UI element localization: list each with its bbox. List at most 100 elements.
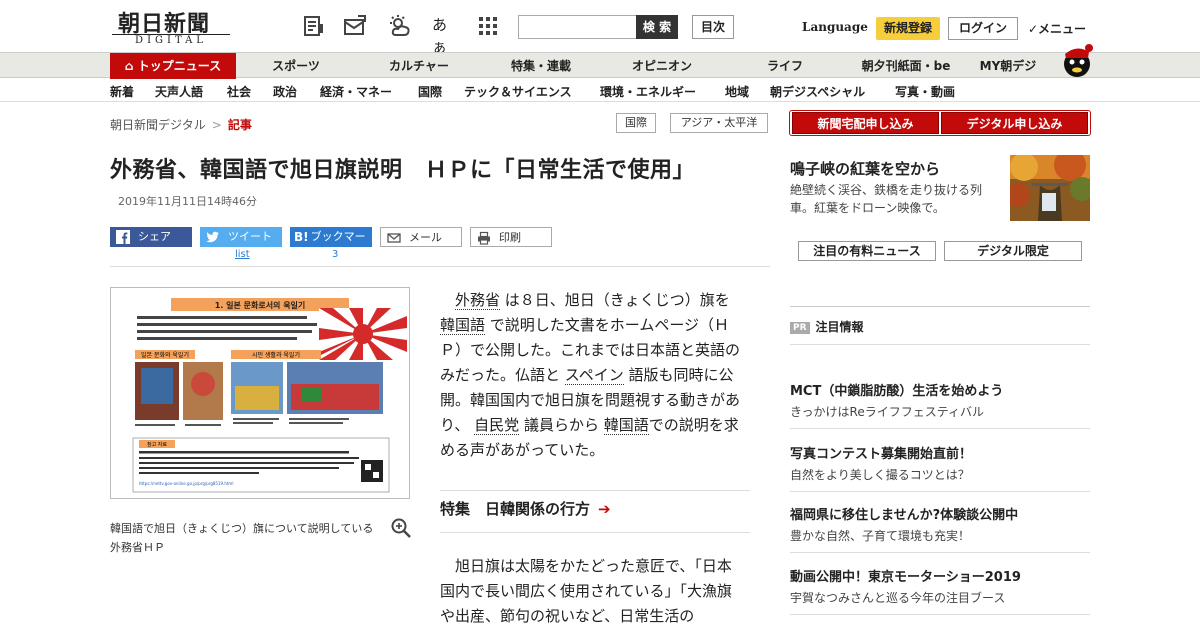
facebook-icon [116, 230, 130, 244]
promo-subtitle[interactable]: 自然をより美しく撮るコツとは？ [790, 466, 970, 483]
facebook-share-label: シェア [138, 230, 171, 243]
divider [110, 266, 770, 267]
site-header: 朝日新聞 DIGITAL あぁ 検 索 目次 Language 新規登録 ログイ… [0, 0, 1200, 56]
figure-ref-text: 참고 자료 [147, 441, 167, 448]
breadcrumb-current: 記事 [227, 118, 252, 132]
facebook-share-button[interactable]: シェア [110, 227, 192, 247]
zoom-in-icon[interactable] [390, 517, 412, 539]
feature-link-label: 特集 日韓関係の行方 [440, 500, 591, 518]
mail-share-label: メール [409, 231, 442, 244]
hatena-bookmark-button[interactable]: B! ブックマーク [290, 227, 372, 263]
article-paragraph-2: 旭日旗は太陽をかたどった意匠で、「日本国内で長い間広く使用されている」「大漁旗や… [440, 557, 733, 625]
nav-culture[interactable]: カルチャー [361, 53, 477, 79]
search-button[interactable]: 検 索 [636, 15, 678, 39]
subnav-tensei[interactable]: 天声人語 [155, 83, 203, 100]
feature-link[interactable]: 特集 日韓関係の行方 ➔ [440, 498, 611, 519]
article-figure[interactable]: 1. 일본 문화로서의 욱일기 일본 문화와 욱일기 시민 생활과 욱일기 참고… [110, 287, 410, 499]
twitter-share-label: ツイート [228, 230, 272, 243]
subnav-photo[interactable]: 写真・動画 [895, 83, 955, 100]
breadcrumb-root[interactable]: 朝日新聞デジタル [110, 118, 206, 132]
hatena-icon: B! [294, 230, 309, 244]
toc-button[interactable]: 目次 [692, 15, 734, 39]
subnav-international[interactable]: 国際 [418, 83, 442, 100]
nav-life[interactable]: ライフ [727, 53, 843, 79]
promo-title[interactable]: 動画公開中！東京モーターショー2019 [790, 566, 1021, 585]
subnav-tech[interactable]: テック＆サイエンス [464, 83, 572, 100]
search-input[interactable] [518, 15, 638, 39]
promo-title[interactable]: 福岡県に移住しませんか?体験談公開中 [790, 504, 1018, 523]
article-paragraph-1: 外務省 は８日、旭日（きょくじつ）旗を 韓国語 で説明した文書をホームページ（Ｈ… [440, 288, 746, 463]
tab-premium-news[interactable]: 注目の有料ニュース [798, 241, 936, 261]
sidebar-feature-title[interactable]: 鳴子峡の紅葉を空から [790, 158, 940, 179]
subnav-politics[interactable]: 政治 [273, 83, 297, 100]
nav-my-asahi[interactable]: MY朝デジ [958, 53, 1058, 79]
twitter-count[interactable]: list [235, 249, 250, 260]
figure-image: 1. 일본 문화로서의 욱일기 일본 문화와 욱일기 시민 생활과 욱일기 참고… [111, 288, 409, 498]
arrow-right-icon: ➔ [598, 500, 611, 518]
site-logo[interactable]: 朝日新聞 DIGITAL [112, 6, 230, 46]
breadcrumb: 朝日新聞デジタル > 記事 [110, 116, 252, 133]
divider [790, 614, 1090, 615]
figure-title-text: 1. 일본 문화로서의 욱일기 [215, 300, 306, 310]
envelope-icon [387, 233, 401, 243]
print-button[interactable]: 印刷 [470, 227, 552, 247]
hatena-count[interactable]: 3 [332, 249, 338, 260]
language-link[interactable]: Language [802, 20, 868, 34]
promo-title[interactable]: 写真コンテスト募集開始直前！ [790, 443, 972, 462]
subnav-special[interactable]: 朝デジスペシャル [770, 83, 865, 100]
mail-icon[interactable] [343, 14, 367, 38]
weather-icon[interactable] [388, 14, 412, 38]
sidebar-feature-thumbnail[interactable] [1010, 155, 1090, 221]
breadcrumb-separator: > [211, 118, 222, 132]
twitter-share-button[interactable]: ツイート [200, 227, 282, 247]
subnav-society[interactable]: 社会 [227, 83, 251, 100]
keyword-link[interactable]: 自民党 [474, 416, 520, 435]
nav-sports[interactable]: スポーツ [238, 53, 354, 79]
register-button[interactable]: 新規登録 [876, 17, 940, 40]
subnav-new[interactable]: 新着 [110, 83, 134, 100]
nav-opinion[interactable]: オピニオン [604, 53, 720, 79]
figure-url-text: https://nettv.gov-online.go.jp/prg/prg85… [139, 481, 233, 486]
nav-top-news[interactable]: ⌂ トップニュース [110, 53, 236, 79]
font-size-icon[interactable]: あぁ [432, 14, 456, 56]
subnav-environment[interactable]: 環境・エネルギー [600, 83, 696, 100]
text-segment: 議員らから [519, 416, 604, 434]
digital-subscribe-button[interactable]: デジタル申し込み [941, 112, 1088, 134]
keyword-link[interactable]: 韓国語 [603, 416, 649, 435]
rising-sun-flag-image [319, 308, 407, 360]
primary-nav: ⌂ トップニュース スポーツ カルチャー 特集・連載 オピニオン ライフ 朝夕刊… [0, 52, 1200, 79]
nav-features[interactable]: 特集・連載 [483, 53, 599, 79]
tab-digital-only[interactable]: デジタル限定 [944, 241, 1082, 261]
promo-subtitle[interactable]: きっかけはReライフフェスティバル [790, 403, 984, 420]
divider [790, 491, 1090, 492]
paper-icon[interactable] [302, 14, 326, 38]
keyword-link[interactable]: 外務省 [455, 291, 501, 310]
grid-menu-icon[interactable] [478, 16, 498, 36]
figure-sub1-text: 일본 문화와 욱일기 [141, 351, 189, 359]
subnav-region[interactable]: 地域 [725, 83, 749, 100]
mascot-icon [1064, 44, 1093, 77]
divider [790, 428, 1090, 429]
home-icon: ⌂ [124, 59, 138, 73]
sidebar-feature-desc: 絶壁続く渓谷、鉄橋を走り抜ける列車。紅葉をドローン映像で。 [790, 183, 983, 215]
pr-section-label: PR 注目情報 [790, 318, 864, 335]
keyword-link[interactable]: 韓国語 [440, 316, 486, 335]
login-button[interactable]: ログイン [948, 17, 1018, 40]
promo-subtitle[interactable]: 豊かな自然、子育て環境も充実！ [790, 527, 970, 544]
subnav-economy[interactable]: 経済・マネー [320, 83, 392, 100]
article-date: 2019年11月11日14時46分 [118, 195, 257, 208]
newspaper-subscribe-button[interactable]: 新聞宅配申し込み [792, 112, 939, 134]
divider [790, 344, 1090, 345]
tag-international[interactable]: 国際 [616, 113, 656, 133]
menu-button[interactable]: ✓メニュー [1028, 20, 1086, 37]
mail-share-button[interactable]: メール [380, 227, 462, 247]
pr-label-text: 注目情報 [815, 320, 864, 334]
nav-newspaper[interactable]: 朝夕刊紙面・be [848, 53, 964, 79]
keyword-link[interactable]: スペイン [564, 366, 624, 385]
printer-icon [478, 231, 490, 245]
logo-en: DIGITAL [135, 35, 207, 46]
promo-title[interactable]: MCT（中鎖脂肪酸）生活を始めよう [790, 380, 1003, 399]
tag-asia-pacific[interactable]: アジア・太平洋 [670, 113, 768, 133]
divider [440, 490, 750, 491]
promo-subtitle[interactable]: 宇賀なつみさんと巡る今年の注目ブース [790, 589, 1005, 606]
